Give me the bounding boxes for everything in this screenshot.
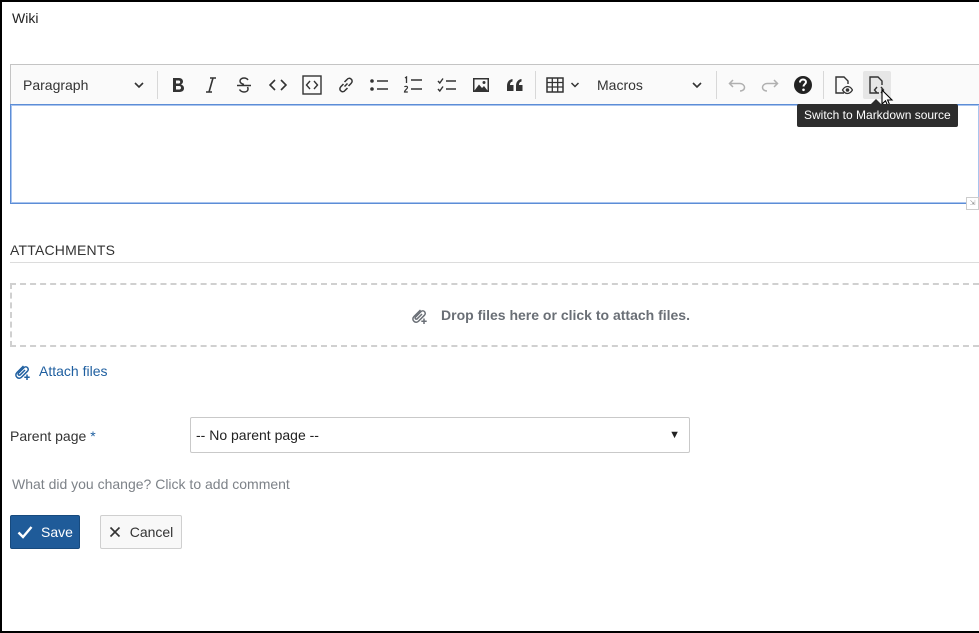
redo-icon xyxy=(761,79,779,92)
link-icon xyxy=(339,77,353,93)
parent-page-select[interactable]: -- No parent page -- ▼ xyxy=(190,417,690,453)
code-block-button[interactable] xyxy=(299,71,325,99)
dropzone-text: Drop files here or click to attach files… xyxy=(441,307,690,323)
page-title: Wiki xyxy=(12,10,39,26)
preview-icon xyxy=(835,76,853,95)
italic-icon xyxy=(206,77,216,93)
save-button-label: Save xyxy=(41,524,73,540)
paragraph-dropdown-label: Paragraph xyxy=(23,77,89,93)
toolbar-separator xyxy=(535,71,536,99)
paperclip-add-icon xyxy=(15,365,30,380)
image-icon xyxy=(473,78,489,92)
editor-toolbar: Paragraph Macros xyxy=(10,64,979,104)
undo-button[interactable] xyxy=(724,71,750,99)
numbered-list-icon xyxy=(403,76,422,93)
cancel-button-label: Cancel xyxy=(129,524,174,540)
code-button[interactable] xyxy=(265,71,291,99)
toolbar-separator xyxy=(716,71,717,99)
insert-table-button[interactable] xyxy=(542,71,584,99)
image-button[interactable] xyxy=(468,71,494,99)
toolbar-separator xyxy=(823,71,824,99)
bulleted-list-icon xyxy=(370,79,388,91)
file-dropzone[interactable]: Drop files here or click to attach files… xyxy=(10,283,979,347)
table-icon xyxy=(546,77,564,93)
change-comment-link[interactable]: What did you change? Click to add commen… xyxy=(12,476,290,492)
required-marker: * xyxy=(90,428,96,444)
toolbar-separator xyxy=(157,71,158,99)
link-button[interactable] xyxy=(333,71,359,99)
parent-page-label: Parent page * xyxy=(10,428,96,444)
chevron-down-icon xyxy=(570,82,580,88)
bold-button[interactable] xyxy=(165,71,191,99)
checkmark-icon xyxy=(17,526,33,539)
help-icon xyxy=(794,76,812,94)
strikethrough-icon xyxy=(237,77,251,93)
cancel-button[interactable]: Cancel xyxy=(100,515,182,549)
todo-list-button[interactable] xyxy=(434,71,460,99)
italic-button[interactable] xyxy=(198,71,224,99)
code-block-icon xyxy=(302,75,322,95)
attach-files-link[interactable]: Attach files xyxy=(12,361,107,381)
attachments-divider xyxy=(10,262,979,263)
help-button[interactable] xyxy=(790,71,816,99)
editor-resize-handle[interactable]: ⇲ xyxy=(966,197,979,210)
preview-button[interactable] xyxy=(830,71,856,99)
undo-icon xyxy=(728,79,746,92)
bold-icon xyxy=(173,78,184,92)
macros-dropdown[interactable]: Macros xyxy=(597,71,703,99)
redo-button[interactable] xyxy=(757,71,783,99)
chevron-down-icon xyxy=(134,82,144,89)
code-icon xyxy=(269,79,287,91)
attachments-heading: ATTACHMENTS xyxy=(10,242,116,258)
todo-list-icon xyxy=(437,78,456,93)
bulleted-list-button[interactable] xyxy=(366,71,392,99)
strikethrough-button[interactable] xyxy=(231,71,257,99)
attach-files-label: Attach files xyxy=(39,363,108,379)
numbered-list-button[interactable] xyxy=(400,71,426,99)
markdown-source-tooltip: Switch to Markdown source xyxy=(797,104,958,127)
paragraph-dropdown[interactable]: Paragraph xyxy=(23,71,145,99)
dropzone-content: Drop files here or click to attach files… xyxy=(409,305,690,325)
close-icon xyxy=(109,526,120,538)
parent-page-value: -- No parent page -- xyxy=(196,427,319,443)
blockquote-icon xyxy=(507,79,523,91)
macros-dropdown-label: Macros xyxy=(597,77,643,93)
save-button[interactable]: Save xyxy=(10,515,80,549)
parent-page-label-text: Parent page xyxy=(10,428,87,444)
blockquote-button[interactable] xyxy=(502,71,528,99)
dropdown-arrow-icon: ▼ xyxy=(669,429,680,441)
paperclip-add-icon xyxy=(412,309,427,324)
chevron-down-icon xyxy=(692,82,702,89)
